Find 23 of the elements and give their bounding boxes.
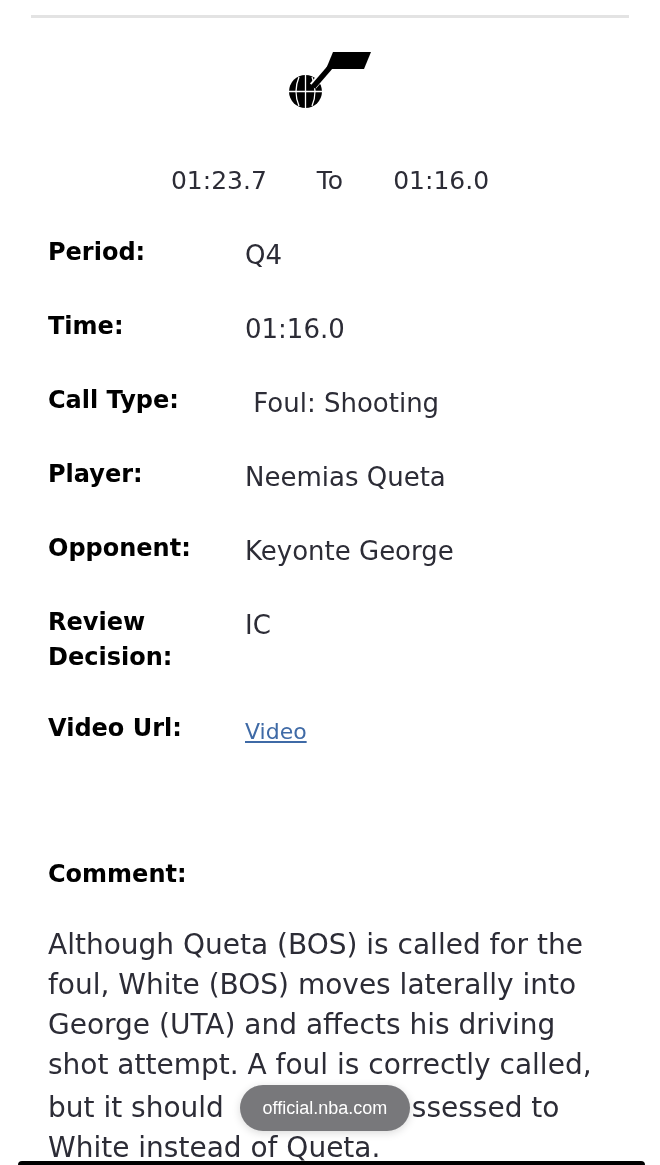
basketball-note-icon <box>289 52 371 108</box>
time-separator: To <box>316 165 344 197</box>
field-value: Neemias Queta <box>245 461 446 494</box>
field-value: IC <box>245 609 271 642</box>
field-label: Video Url: <box>48 713 182 744</box>
comment-text: but it should <box>48 1090 224 1126</box>
field-label: Review Decision: <box>48 607 174 673</box>
field-value: 01:16.0 <box>245 313 345 346</box>
field-value: Keyonte George <box>245 535 454 568</box>
comment-text: White instead of Queta. <box>48 1133 381 1163</box>
field-value: Q4 <box>245 239 282 272</box>
field-label: Opponent: <box>48 533 191 564</box>
address-bar[interactable]: official.nba.com <box>239 1085 410 1131</box>
comment-text: ssessed to <box>411 1090 560 1126</box>
comment-label: Comment: <box>48 859 187 890</box>
end-time: 01:16.0 <box>393 165 490 197</box>
start-time: 01:23.7 <box>170 165 267 197</box>
field-label: Call Type: <box>48 385 179 416</box>
video-link[interactable]: Video <box>245 714 307 749</box>
field-label: Player: <box>48 459 143 490</box>
field-label: Period: <box>48 237 146 268</box>
field-value: Foul: Shooting <box>252 387 440 420</box>
field-label: Time: <box>48 311 124 342</box>
